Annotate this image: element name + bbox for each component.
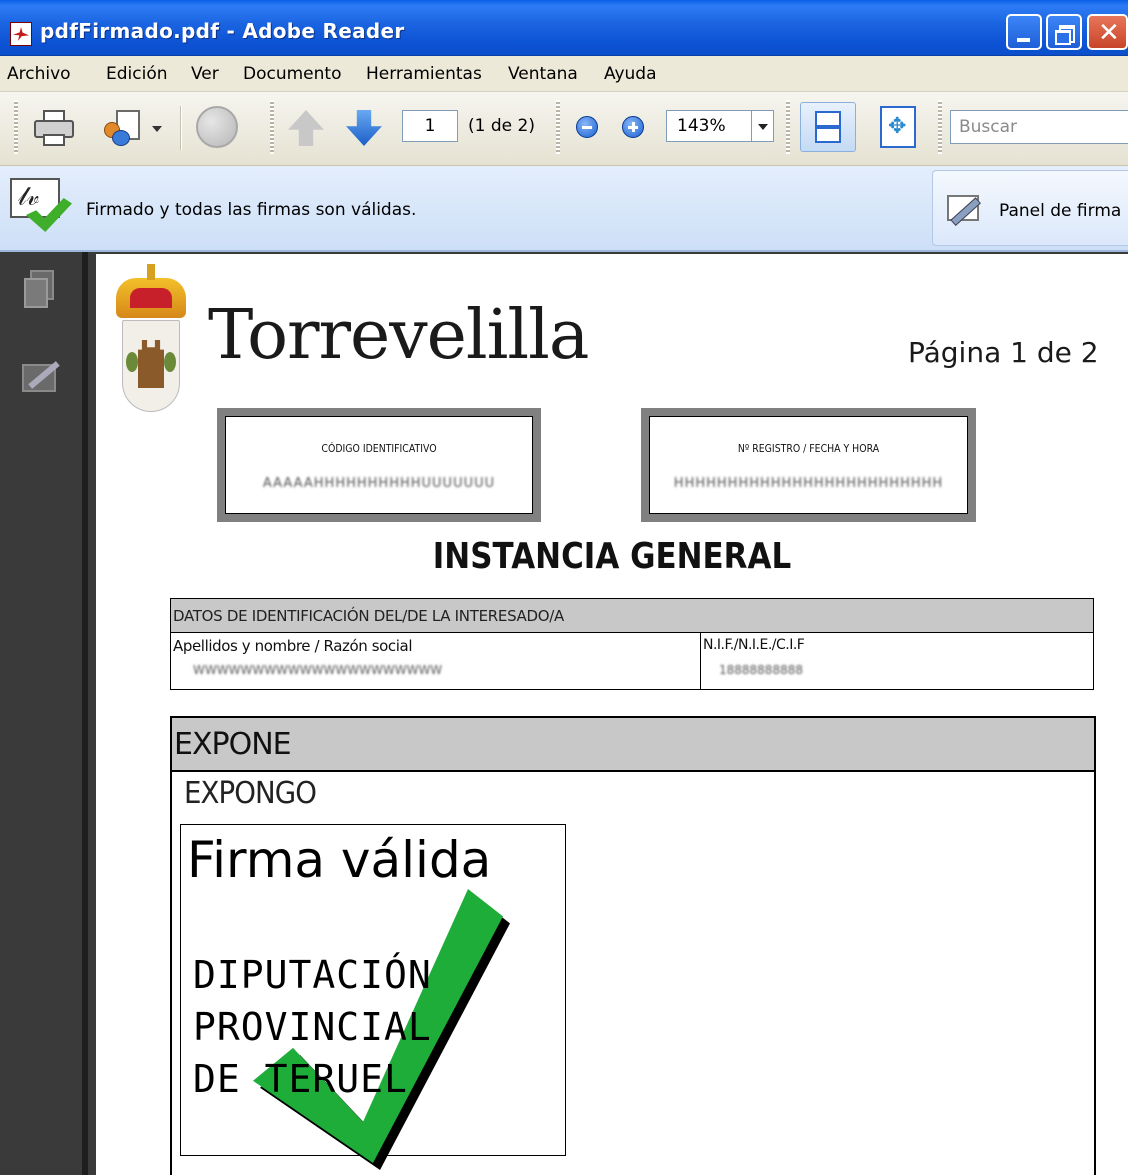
signature-field[interactable]: Firma válida DIPUTACIÓN PROVINCIAL DE TE… <box>180 824 566 1170</box>
signature-status: Firma válida <box>187 831 492 889</box>
search-input[interactable]: Buscar <box>950 110 1128 144</box>
signature-status-bar: Firmado y todas las firmas son válidas. … <box>0 166 1128 252</box>
navigation-panel <box>0 252 88 1175</box>
expone-header: EXPONE <box>172 718 1094 772</box>
chevron-down-icon[interactable] <box>152 126 162 132</box>
menu-documento[interactable]: Documento <box>243 64 341 84</box>
fit-page-icon[interactable] <box>880 106 916 148</box>
page-number-input[interactable]: 1 <box>402 110 458 142</box>
zoom-out-icon[interactable] <box>576 116 598 138</box>
print-icon[interactable] <box>34 108 74 148</box>
form-heading: INSTANCIA GENERAL <box>432 536 792 577</box>
pages-icon[interactable] <box>24 270 54 308</box>
registro-value: HHHHHHHHHHHHHHHHHHHHHHHHH <box>673 476 944 491</box>
expone-body: EXPONGO <box>184 776 317 811</box>
toolbar-grip[interactable] <box>270 100 274 154</box>
zoom-dropdown[interactable] <box>752 110 774 142</box>
pdf-app-icon <box>10 22 32 46</box>
document-page: Torrevelilla Página 1 de 2 CÓDIGO IDENTI… <box>96 254 1128 1175</box>
toolbar-separator <box>180 106 182 150</box>
document-page-label: Página 1 de 2 <box>908 336 1099 369</box>
toolbar-grip[interactable] <box>786 100 790 154</box>
minimize-button[interactable] <box>1006 14 1042 50</box>
registro-label: Nº REGISTRO / FECHA Y HORA <box>737 442 880 455</box>
nif-value: 18888888888 <box>719 663 803 677</box>
datos-header: DATOS DE IDENTIFICACIÓN DEL/DE LA INTERE… <box>171 599 1093 633</box>
signature-panel-button[interactable]: Panel de firma <box>932 170 1128 246</box>
menu-ver[interactable]: Ver <box>191 64 219 84</box>
signature-status-text: Firmado y todas las firmas son válidas. <box>86 200 417 220</box>
fit-width-button[interactable] <box>800 102 856 152</box>
datos-identificacion-table: DATOS DE IDENTIFICACIÓN DEL/DE LA INTERE… <box>170 598 1094 690</box>
title-bar: pdfFirmado.pdf - Adobe Reader <box>0 0 1128 56</box>
nif-label: N.I.F./N.I.E./C.I.F <box>703 637 805 653</box>
signature-valid-icon <box>10 178 74 232</box>
signature-pen-icon <box>947 191 985 226</box>
apellidos-label: Apellidos y nombre / Razón social <box>173 637 413 655</box>
municipal-crest-logo <box>116 262 186 412</box>
signer-entity: DIPUTACIÓN PROVINCIAL DE TERUEL <box>193 953 432 1101</box>
toolbar-grip[interactable] <box>14 100 18 154</box>
fit-width-icon <box>815 111 841 143</box>
zoom-in-icon[interactable] <box>622 116 644 138</box>
id-code-label: CÓDIGO IDENTIFICATIVO <box>321 442 437 455</box>
id-code-value: AAAAAHHHHHHHHHHUUUUUUU <box>262 476 496 491</box>
toolbar: 1 (1 de 2) 143% Buscar <box>0 92 1128 166</box>
signatures-icon[interactable] <box>22 360 62 392</box>
menu-archivo[interactable]: Archivo <box>7 64 71 84</box>
previous-page-icon[interactable] <box>288 110 324 146</box>
menu-bar: Archivo Edición Ver Documento Herramient… <box>0 56 1128 92</box>
registro-box: Nº REGISTRO / FECHA Y HORA HHHHHHHHHHHHH… <box>641 408 976 522</box>
toolbar-grip[interactable] <box>556 100 560 154</box>
toolbar-grip[interactable] <box>938 100 942 154</box>
menu-ayuda[interactable]: Ayuda <box>604 64 657 84</box>
close-button[interactable] <box>1087 14 1128 50</box>
menu-edicion[interactable]: Edición <box>106 64 168 84</box>
globe-icon <box>196 106 238 148</box>
window-title: pdfFirmado.pdf - Adobe Reader <box>40 19 405 43</box>
zoom-input[interactable]: 143% <box>666 110 752 142</box>
column-divider <box>700 633 701 689</box>
restore-button[interactable] <box>1046 14 1082 50</box>
next-page-icon[interactable] <box>346 110 382 146</box>
menu-herramientas[interactable]: Herramientas <box>366 64 482 84</box>
collaborate-icon[interactable] <box>104 110 144 146</box>
document-title: Torrevelilla <box>208 296 589 375</box>
id-code-box: CÓDIGO IDENTIFICATIVO AAAAAHHHHHHHHHHUUU… <box>217 408 541 522</box>
signature-panel-label: Panel de firma <box>999 201 1122 221</box>
page-count: (1 de 2) <box>468 116 535 136</box>
apellidos-value: WWWWWWWWWWWWWWWWWWWWW <box>193 663 443 677</box>
menu-ventana[interactable]: Ventana <box>508 64 578 84</box>
